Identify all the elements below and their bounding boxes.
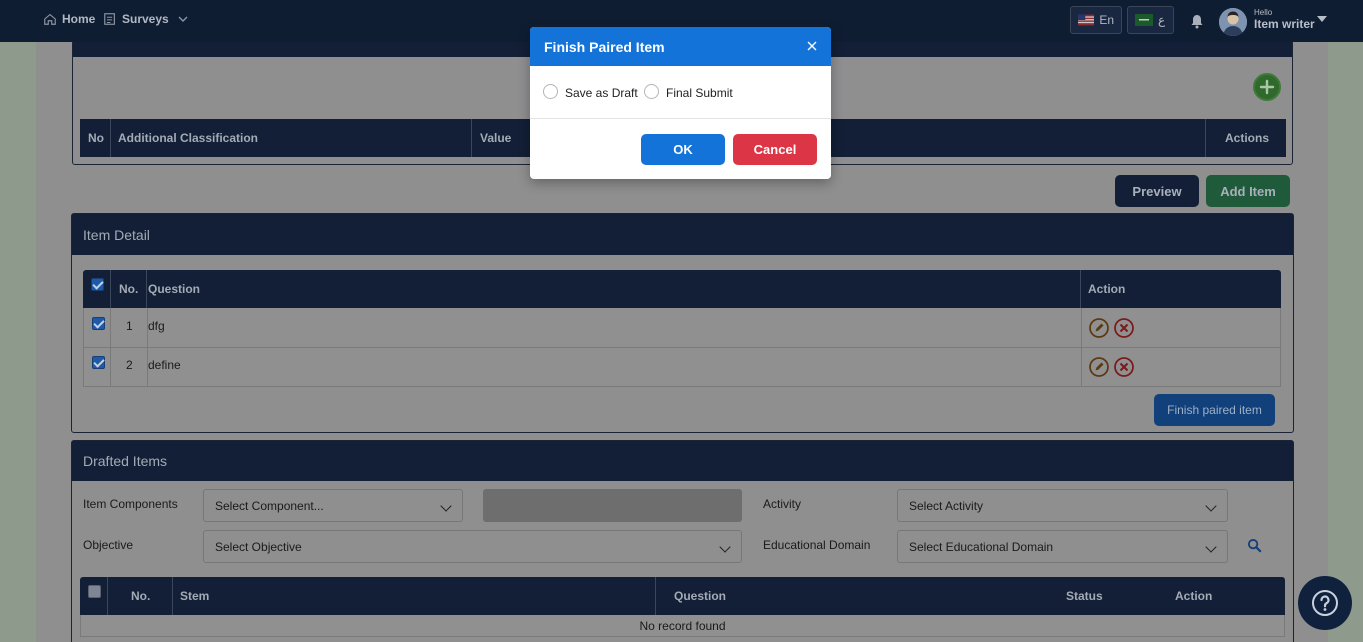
modal-title: Finish Paired Item bbox=[544, 38, 665, 55]
language-ar-button[interactable]: ع bbox=[1127, 6, 1174, 34]
ok-button[interactable]: OK bbox=[641, 134, 725, 165]
modal-header: Finish Paired Item bbox=[530, 27, 831, 66]
select-all-checkbox[interactable] bbox=[91, 278, 104, 291]
bell-icon[interactable] bbox=[1189, 13, 1205, 29]
drafted-items-panel: Drafted Items Item Components Select Com… bbox=[71, 440, 1294, 642]
question-mark-icon bbox=[1312, 590, 1338, 616]
col-no: No. bbox=[131, 589, 151, 603]
row-number: 1 bbox=[126, 319, 133, 333]
survey-icon bbox=[104, 13, 115, 25]
educational-domain-label: Educational Domain bbox=[763, 538, 871, 552]
row-checkbox[interactable] bbox=[92, 356, 105, 369]
language-en-button[interactable]: En bbox=[1070, 6, 1122, 34]
col-question: Question bbox=[674, 589, 727, 603]
add-item-button[interactable]: Add Item bbox=[1206, 175, 1290, 207]
col-status: Status bbox=[1066, 589, 1103, 603]
plus-icon bbox=[1259, 79, 1275, 95]
edit-icon[interactable] bbox=[1089, 357, 1109, 377]
table-row: 2 define bbox=[83, 348, 1281, 387]
col-additional-classification: Additional Classification bbox=[118, 131, 259, 145]
cancel-button[interactable]: Cancel bbox=[733, 134, 817, 165]
drafted-items-title: Drafted Items bbox=[72, 441, 1293, 481]
col-actions: Actions bbox=[1225, 131, 1270, 145]
user-hello: Hello bbox=[1254, 8, 1273, 17]
avatar[interactable] bbox=[1219, 8, 1247, 36]
help-button[interactable] bbox=[1298, 576, 1352, 630]
user-menu-caret-icon[interactable] bbox=[1317, 16, 1327, 22]
row-question: define bbox=[148, 358, 181, 372]
chevron-down-icon bbox=[1205, 541, 1217, 553]
educational-domain-value: Select Educational Domain bbox=[909, 539, 1054, 554]
finish-paired-item-modal: Finish Paired Item Save as Draft Final S… bbox=[530, 27, 831, 179]
educational-domain-select[interactable]: Select Educational Domain bbox=[897, 530, 1228, 563]
no-record-text: No record found bbox=[639, 619, 726, 633]
col-stem: Stem bbox=[180, 589, 210, 603]
table-row: 1 dfg bbox=[83, 308, 1281, 348]
row-question: dfg bbox=[148, 319, 165, 333]
select-all-checkbox[interactable] bbox=[88, 585, 101, 598]
activity-select[interactable]: Select Activity bbox=[897, 489, 1228, 522]
home-icon bbox=[44, 13, 56, 25]
nav-home-label: Home bbox=[62, 12, 96, 26]
chevron-down-icon bbox=[178, 16, 188, 22]
finish-paired-item-button[interactable]: Finish paired item bbox=[1154, 394, 1275, 426]
delete-icon[interactable] bbox=[1114, 318, 1134, 338]
chevron-down-icon bbox=[440, 500, 452, 512]
language-en-label: En bbox=[1099, 13, 1114, 27]
item-components-select[interactable]: Select Component... bbox=[203, 489, 463, 522]
delete-icon[interactable] bbox=[1114, 357, 1134, 377]
final-submit-label[interactable]: Final Submit bbox=[666, 86, 733, 100]
nav-surveys[interactable]: Surveys bbox=[103, 12, 188, 26]
user-avatar-icon bbox=[1219, 8, 1247, 36]
modal-divider bbox=[530, 118, 831, 119]
chevron-down-icon bbox=[1205, 500, 1217, 512]
item-components-label: Item Components bbox=[83, 497, 178, 511]
empty-row: No record found bbox=[80, 615, 1285, 637]
nav-home[interactable]: Home bbox=[43, 12, 95, 26]
language-ar-label: ع bbox=[1158, 13, 1166, 27]
search-icon[interactable] bbox=[1247, 538, 1262, 553]
add-classification-button[interactable] bbox=[1253, 73, 1281, 101]
user-info[interactable]: Hello Item writer bbox=[1254, 8, 1315, 31]
item-components-value: Select Component... bbox=[215, 498, 324, 513]
row-checkbox[interactable] bbox=[92, 317, 105, 330]
col-no: No bbox=[88, 131, 104, 145]
item-detail-table-header: No. Question Action bbox=[83, 270, 1281, 308]
activity-label: Activity bbox=[763, 497, 802, 511]
item-detail-title: Item Detail bbox=[72, 214, 1293, 255]
objective-label: Objective bbox=[83, 538, 134, 552]
item-detail-panel: Item Detail No. Question Action 1 dfg 2 … bbox=[71, 213, 1294, 433]
save-as-draft-label[interactable]: Save as Draft bbox=[565, 86, 638, 100]
final-submit-radio[interactable] bbox=[644, 84, 659, 99]
objective-select[interactable]: Select Objective bbox=[203, 530, 742, 563]
drafted-table-header: No. Stem Question Status Action bbox=[80, 577, 1285, 615]
col-value: Value bbox=[480, 131, 512, 145]
nav-surveys-label: Surveys bbox=[122, 12, 169, 26]
us-flag-icon bbox=[1078, 14, 1095, 26]
disabled-field bbox=[483, 489, 742, 522]
save-as-draft-radio[interactable] bbox=[543, 84, 558, 99]
objective-value: Select Objective bbox=[215, 539, 302, 554]
chevron-down-icon bbox=[719, 541, 731, 553]
col-action: Action bbox=[1088, 282, 1126, 296]
user-name: Item writer bbox=[1254, 17, 1315, 31]
preview-button[interactable]: Preview bbox=[1115, 175, 1199, 207]
sa-flag-icon bbox=[1135, 14, 1153, 26]
row-number: 2 bbox=[126, 358, 133, 372]
col-action: Action bbox=[1175, 589, 1213, 603]
close-icon[interactable] bbox=[805, 39, 819, 53]
col-question: Question bbox=[148, 282, 201, 296]
edit-icon[interactable] bbox=[1089, 318, 1109, 338]
col-no: No. bbox=[119, 282, 139, 296]
activity-value: Select Activity bbox=[909, 498, 984, 513]
